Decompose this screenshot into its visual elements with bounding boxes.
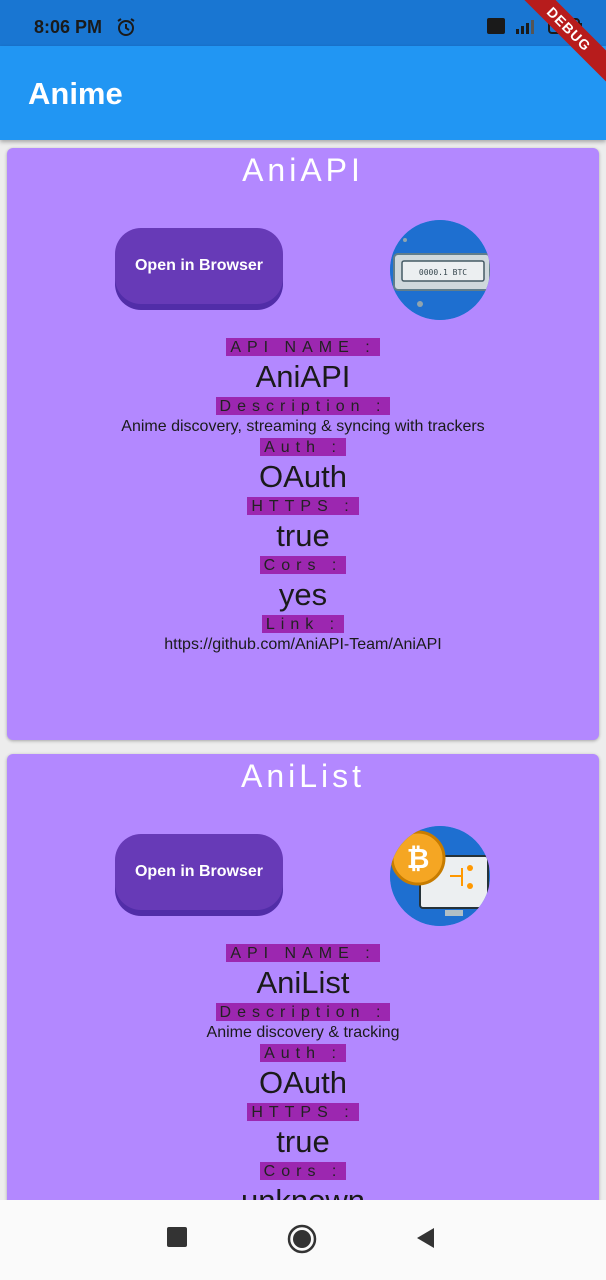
open-in-browser-button[interactable]: Open in Browser [115,228,283,304]
api-card: AniList Open in Browser ₿ API NAME : Ani… [7,754,599,1200]
signal-icon [516,20,534,34]
status-bar: 8:06 PM [0,0,606,46]
description-value: Anime discovery, streaming & syncing wit… [121,418,485,435]
api-details: API NAME : AniList Description : Anime d… [7,944,599,1200]
description-label: Description : [215,1003,391,1021]
open-in-browser-button[interactable]: Open in Browser [115,834,283,910]
api-name-value: AniAPI [255,359,351,394]
auth-label: Auth : [260,438,346,456]
api-name-value: AniList [256,965,350,1000]
btc-amount-text: 0000.1 BTC [419,268,467,277]
volte-icon [487,18,505,34]
description-value: Anime discovery & tracking [206,1024,400,1041]
status-time: 8:06 PM [34,17,103,37]
description-label: Description : [215,397,391,415]
link-label: Link : [261,615,345,633]
https-label: HTTPS : [247,497,359,515]
api-name-label: API NAME : [226,944,380,962]
api-list[interactable]: AniAPI Open in Browser 0000.1 BTC API NA… [0,140,606,1200]
auth-value: OAuth [259,1065,347,1100]
card-title: AniAPI [242,152,364,188]
recents-icon[interactable] [166,1226,188,1248]
app-title: Anime [28,76,123,111]
alarm-icon [117,18,135,36]
cors-value: yes [278,577,328,612]
btc-wallet-logo: 0000.1 BTC [390,220,490,320]
auth-label: Auth : [260,1044,346,1062]
api-name-label: API NAME : [226,338,380,356]
https-value: true [276,1124,330,1159]
back-icon[interactable] [414,1226,436,1250]
app-bar: Anime [0,46,606,140]
card-title: AniList [240,758,366,794]
cors-label: Cors : [259,1162,347,1180]
svg-text:₿: ₿ [407,842,430,875]
auth-value: OAuth [259,459,347,494]
system-nav-bar [0,1200,606,1280]
https-label: HTTPS : [247,1103,359,1121]
https-value: true [276,518,330,553]
cors-label: Cors : [259,556,347,574]
bitcoin-computer-logo: ₿ [390,826,490,926]
link-value[interactable]: https://github.com/AniAPI-Team/AniAPI [7,634,599,656]
cors-value: unknown [7,1181,599,1200]
api-details: API NAME : AniAPI Description : Anime di… [7,338,599,656]
api-card: AniAPI Open in Browser 0000.1 BTC API NA… [7,148,599,740]
home-icon[interactable] [287,1224,317,1254]
